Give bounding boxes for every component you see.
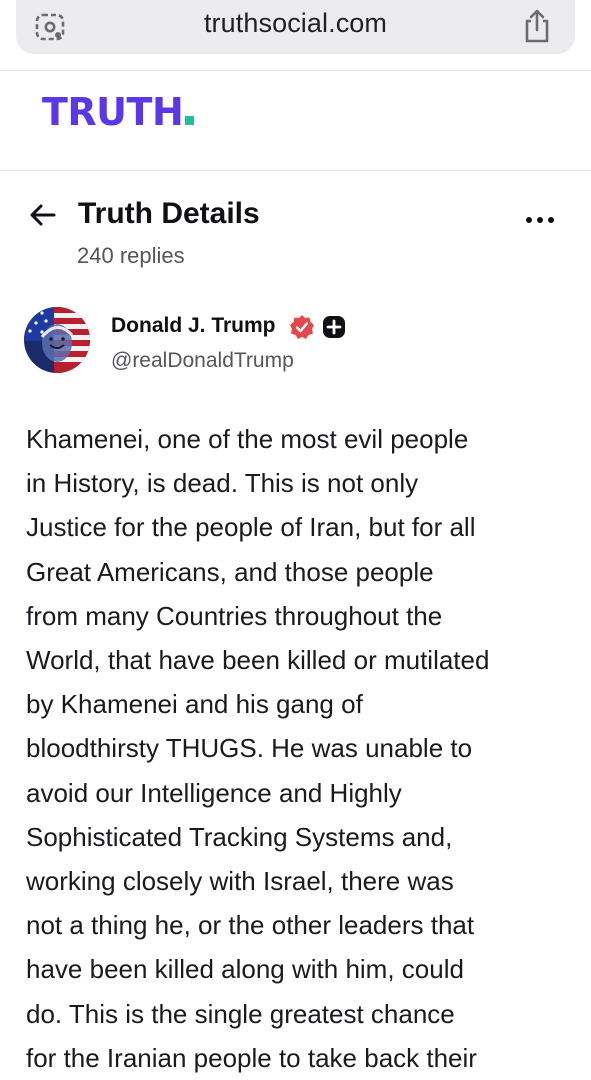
post-line: avoid our Intelligence and Highly [26, 777, 402, 808]
share-icon[interactable] [522, 8, 552, 44]
post-line: Justice for the people of Iran, but for … [26, 512, 476, 543]
post-line: bloodthirsty THUGS. He was unable to [26, 733, 473, 764]
post-line: World, that have been killed or mutilate… [26, 645, 490, 676]
truth-logo[interactable]: TRUTH [42, 90, 195, 134]
logo-divider [0, 170, 591, 171]
post-line: not a thing he, or the other leaders tha… [26, 910, 475, 941]
post-line: by Khamenei and his gang of [26, 689, 363, 720]
header-divider [0, 70, 591, 71]
post-line: for the Iranian people to take back thei… [26, 1042, 477, 1073]
post-text: Khamenei, one of the most evil people in… [26, 417, 576, 1080]
plus-badge-icon [322, 315, 346, 339]
author-handle[interactable]: @realDonaldTrump [111, 349, 294, 373]
replies-count[interactable]: 240 replies [77, 243, 185, 269]
logo-dot [185, 116, 195, 125]
post-line: do. This is the single greatest chance [26, 998, 455, 1029]
author-name[interactable]: Donald J. Trump [111, 314, 276, 338]
post-line: have been killed along with him, could [26, 954, 464, 985]
post-line: working closely with Israel, there was [26, 866, 454, 897]
url-text[interactable]: truthsocial.com [0, 8, 591, 39]
back-arrow-icon[interactable] [28, 200, 58, 230]
post-line: from many Countries throughout the [26, 600, 443, 631]
verified-icon [289, 314, 315, 340]
post-line: in History, is dead. This is not only [26, 468, 419, 499]
more-options-icon[interactable] [520, 210, 560, 230]
browser-address-bar: truthsocial.com [0, 0, 591, 70]
avatar[interactable] [24, 307, 90, 373]
logo-text: TRUTH [42, 90, 184, 134]
post-line: Sophisticated Tracking Systems and, [26, 821, 453, 852]
page-title: Truth Details [78, 197, 260, 230]
truth-social-page: truthsocial.com TRUTH Truth Details 240 … [0, 0, 591, 1080]
post-line: Great Americans, and those people [26, 556, 434, 587]
post-line: Khamenei, one of the most evil people [26, 424, 469, 454]
